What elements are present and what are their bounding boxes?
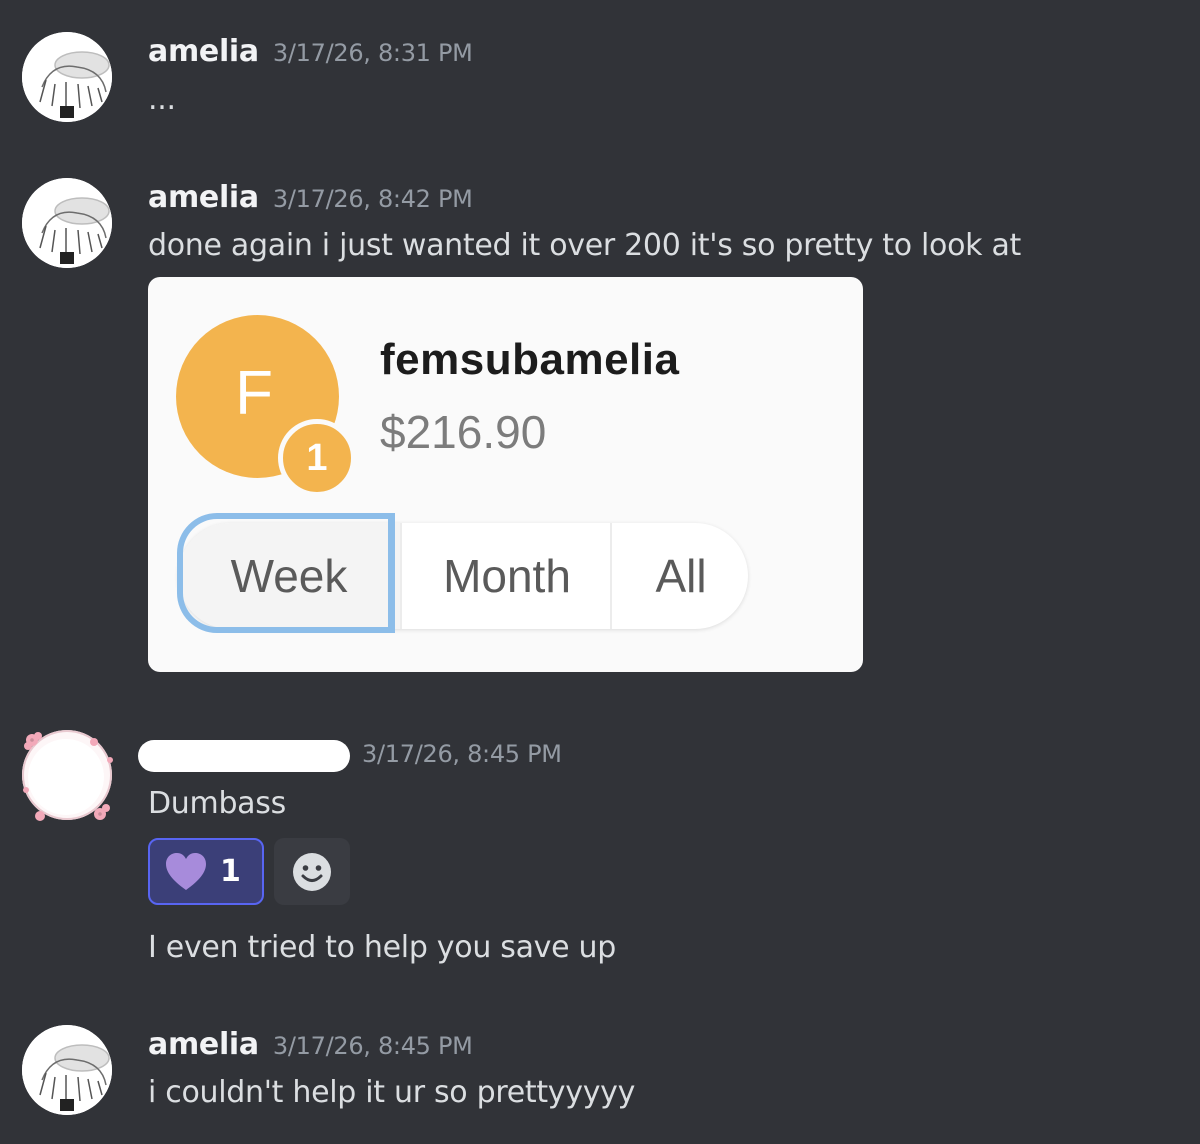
author-name[interactable]: amelia <box>148 1027 259 1062</box>
timestamp: 3/17/26, 8:31 PM <box>272 39 473 67</box>
sketch-character-icon <box>22 1025 112 1115</box>
add-reaction-button[interactable] <box>274 838 350 905</box>
flower-frame-icon <box>22 730 113 821</box>
user-avatar[interactable] <box>22 730 113 821</box>
timestamp: 3/17/26, 8:42 PM <box>272 185 473 213</box>
user-avatar[interactable] <box>22 178 112 268</box>
tab-all[interactable]: All <box>610 523 748 629</box>
heart-reaction-button[interactable]: 1 <box>148 838 264 905</box>
timestamp: 3/17/26, 8:45 PM <box>272 1032 473 1060</box>
sketch-character-icon <box>22 32 112 122</box>
avatar-letter: F <box>235 359 273 428</box>
message-text: i couldn't help it ur so prettyyyyy <box>148 1075 636 1110</box>
tab-month[interactable]: Month <box>400 523 612 629</box>
message-text: I even tried to help you save up <box>148 930 616 965</box>
smiley-icon <box>293 852 331 891</box>
user-avatar[interactable] <box>22 1025 112 1115</box>
embedded-image-card[interactable]: F 1 femsubamelia $216.90 Week Month All <box>148 277 863 672</box>
reaction-count: 1 <box>220 854 241 889</box>
card-username: femsubamelia <box>380 335 680 384</box>
author-name[interactable]: amelia <box>148 180 259 215</box>
sketch-character-icon <box>22 178 112 268</box>
period-segmented-control: Week Month All <box>178 523 748 629</box>
message-text: ... <box>148 82 176 117</box>
timestamp: 3/17/26, 8:45 PM <box>362 740 562 768</box>
purple-heart-icon <box>166 852 206 890</box>
notification-badge: 1 <box>278 419 356 497</box>
card-amount: $216.90 <box>380 406 547 458</box>
message-text: Dumbass <box>148 786 286 821</box>
redacted-username <box>138 740 350 772</box>
user-avatar[interactable] <box>22 32 112 122</box>
author-name[interactable]: amelia <box>148 34 259 69</box>
message-text: done again i just wanted it over 200 it'… <box>148 228 1022 263</box>
tab-week[interactable]: Week <box>178 523 400 629</box>
